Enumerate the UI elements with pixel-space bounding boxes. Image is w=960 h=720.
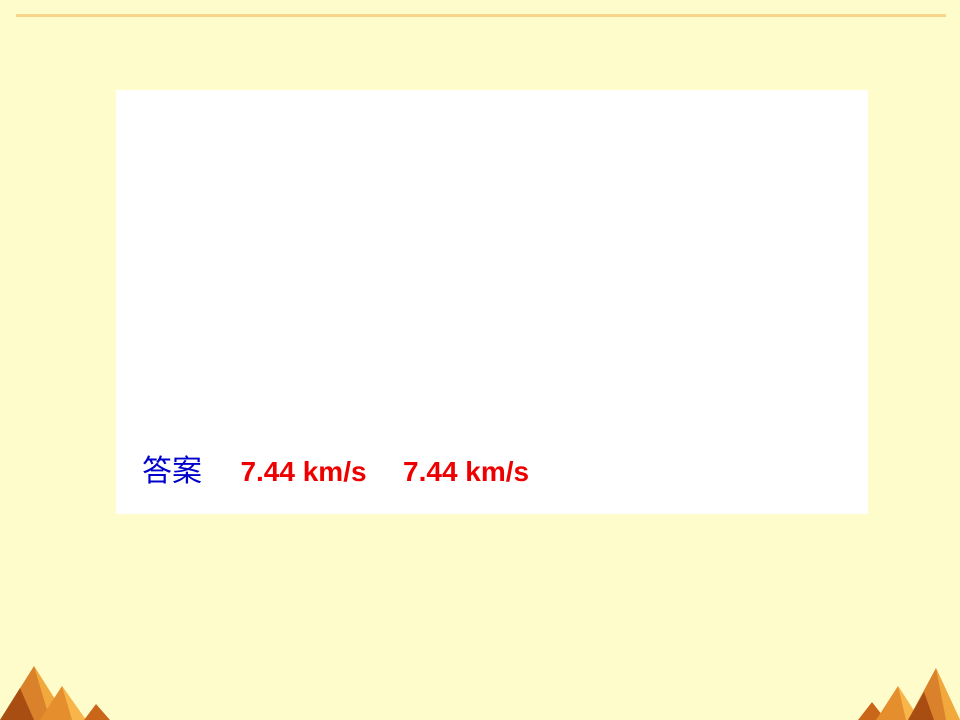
pyramid-cluster-icon: [858, 668, 960, 720]
answer-value-2: 7.44 km/s: [403, 456, 530, 487]
top-divider-rule: [16, 14, 946, 17]
answer-line: 答案 7.44 km/s 7.44 km/s: [142, 452, 529, 492]
answer-label: 答案: [142, 454, 202, 489]
content-panel: 答案 7.44 km/s 7.44 km/s: [116, 90, 868, 514]
pyramid-cluster-icon: [0, 666, 110, 720]
answer-value-1: 7.44 km/s: [240, 456, 367, 487]
